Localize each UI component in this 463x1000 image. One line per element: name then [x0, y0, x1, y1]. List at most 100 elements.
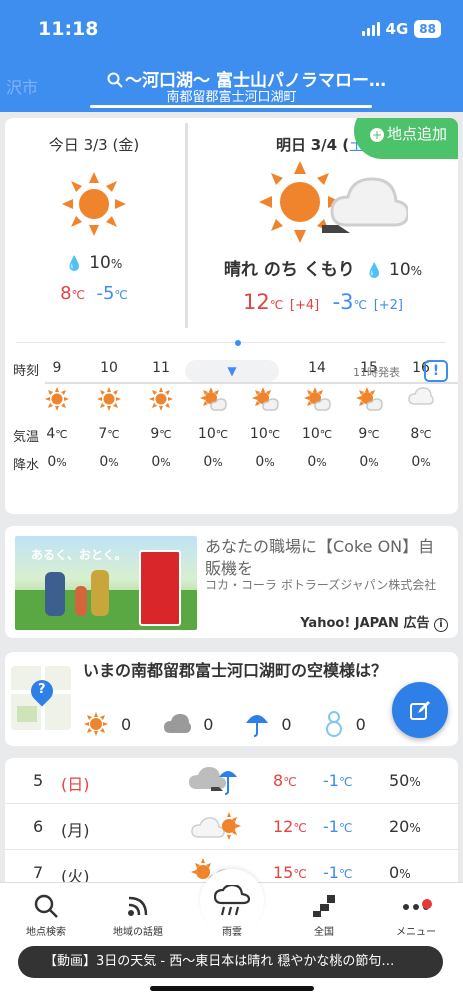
sun-icon	[135, 386, 187, 416]
issued-time: 11時発表	[353, 366, 400, 379]
hour-temp: 10℃	[301, 426, 333, 442]
hour-precip: 0%	[307, 454, 327, 470]
location-underline	[90, 105, 372, 108]
rain-count[interactable]: 0	[245, 711, 292, 737]
sky-report-title: いまの南都留郡富士河口湖町の空模様は？	[83, 661, 388, 680]
plus-icon: +	[370, 128, 384, 142]
weekly-low: -1℃	[323, 817, 353, 836]
cloud-sun-icon	[185, 809, 245, 843]
cloud-icon	[395, 386, 447, 412]
tab-location-search[interactable]: 地点検索	[8, 893, 84, 938]
weekly-dow: (日)	[61, 775, 90, 794]
map-thumbnail[interactable]: ?	[11, 666, 71, 730]
hour-temp: 9℃	[358, 426, 380, 442]
weekly-precip: 20%	[389, 817, 421, 836]
weekly-row[interactable]: 6 (月) 12℃ -1℃ 20%	[5, 804, 458, 850]
hour-precip: 0%	[255, 454, 275, 470]
add-location-button[interactable]: + 地点追加	[354, 118, 458, 159]
edit-icon	[410, 701, 430, 720]
sun-icon	[84, 712, 108, 736]
weekly-day: 5	[33, 771, 44, 790]
sun-icon	[31, 386, 83, 416]
hour-precip: 0%	[99, 454, 119, 470]
today-low: -5℃	[96, 283, 128, 304]
weekly-high: 8℃	[273, 771, 297, 790]
signal-icon	[361, 22, 380, 36]
sun-cloud-icon	[239, 386, 291, 416]
vending-machine-image	[139, 550, 181, 626]
cloud-icon	[164, 714, 192, 733]
japan-map-icon	[313, 895, 335, 917]
today-forecast: 今日 3/3 (金) 💧 10% 8℃ -5℃	[5, 118, 183, 328]
hour-temp: 7℃	[98, 426, 120, 442]
hour-label: 10	[100, 360, 118, 376]
tomorrow-high: 12℃ [+4]	[242, 290, 320, 314]
hourly-precip-row: 降水 0% 0% 0% 0% 0% 0% 0% 0%	[5, 450, 458, 478]
hour-label: 11	[152, 360, 170, 376]
ad-banner-image[interactable]: あるく、おとく。	[15, 536, 197, 630]
tab-menu[interactable]: メニュー	[378, 893, 454, 938]
hour-temp: 4℃	[46, 426, 68, 442]
status-icons: 4G 88	[361, 20, 441, 38]
tomorrow-weather: 晴れ のち くもり	[223, 260, 355, 280]
home-indicator[interactable]	[150, 986, 314, 991]
sky-report-card[interactable]: ? いまの南都留郡富士河口湖町の空模様は？ 0 0 0 0	[5, 652, 458, 746]
post-report-button[interactable]	[392, 682, 448, 738]
sun-icon	[83, 386, 135, 416]
network-label: 4G	[385, 20, 409, 38]
battery-icon: 88	[414, 20, 441, 38]
page-indicator	[5, 340, 458, 346]
hour-precip: 0%	[411, 454, 431, 470]
weekly-high: 15℃	[273, 863, 307, 882]
weekly-dow: (月)	[61, 821, 90, 840]
news-ticker[interactable]: 【動画】3日の天気 - 西〜東日本は晴れ 穏やかな桃の節句…	[18, 946, 443, 978]
snow-count[interactable]: 0	[324, 710, 366, 738]
ad-card[interactable]: あるく、おとく。 あなたの職場に【Coke ON】自販機を コカ・コーラ ボトラ…	[5, 526, 458, 638]
location-header[interactable]: 沢市 〜河口湖〜 富士山パノラマロー… 南都留郡富士河口湖町	[0, 58, 463, 112]
hour-precip: 0%	[47, 454, 67, 470]
notification-badge	[422, 899, 432, 909]
hour-precip: 0%	[151, 454, 171, 470]
weekly-low: -1℃	[323, 863, 353, 882]
sunny-count[interactable]: 0	[83, 711, 131, 737]
tab-nationwide[interactable]: 全国	[286, 893, 362, 938]
tab-rain-cloud[interactable]: 雨雲	[194, 885, 270, 938]
ad-banner-text: あるく、おとく。	[31, 548, 127, 562]
sky-report-counts: 0 0 0 0	[83, 710, 366, 738]
sun-then-cloud-icon	[259, 161, 410, 243]
today-rain: 💧 10%	[65, 253, 123, 273]
umbrella-icon	[246, 715, 269, 737]
hour-precip: 0%	[203, 454, 223, 470]
tomorrow-low: -3℃ [+2]	[332, 290, 403, 314]
tomorrow-weather-row: 晴れ のち くもり 💧 10%	[223, 260, 423, 280]
ad-label[interactable]: Yahoo! JAPAN 広告 i	[300, 612, 448, 632]
report-icon[interactable]: !	[424, 360, 448, 382]
hour-temp: 9℃	[150, 426, 172, 442]
cloudy-count[interactable]: 0	[163, 713, 213, 735]
broadcast-icon	[128, 896, 148, 916]
today-label: 今日 3/3 (金)	[48, 136, 140, 154]
weekly-low: -1℃	[323, 771, 353, 790]
tab-bar: 地点検索 地域の話題 雨雲 全国 メニュー	[0, 869, 463, 1000]
tab-local-topics[interactable]: 地域の話題	[100, 893, 176, 938]
status-bar: 11:18 4G 88	[0, 0, 463, 58]
hour-temp: 10℃	[197, 426, 229, 442]
forecast-card: 今日 3/3 (金) 💧10% 8℃ -5℃ 明日 3/4 (土) 晴れ のち …	[5, 118, 458, 514]
sun-cloud-icon	[187, 386, 239, 416]
cloud-rain-icon	[185, 763, 245, 797]
sun-icon	[62, 172, 126, 236]
tomorrow-temps: 12℃ [+4] -3℃ [+2]	[188, 290, 458, 314]
hour-precip: 0%	[359, 454, 379, 470]
weekly-row[interactable]: 5 (日) 8℃ -1℃ 50%	[5, 758, 458, 804]
ad-company: コカ・コーラ ボトラーズジャパン株式会社	[205, 578, 437, 592]
hour-temp: 10℃	[249, 426, 281, 442]
expand-hourly-button[interactable]: ▼	[185, 360, 279, 382]
cloud-rain-icon	[214, 885, 250, 916]
ad-text[interactable]: あなたの職場に【Coke ON】自販機を	[205, 536, 450, 580]
weekly-high: 12℃	[273, 817, 307, 836]
today-temps: 8℃ -5℃	[5, 283, 183, 304]
weekly-day: 7	[33, 863, 44, 882]
search-icon	[34, 894, 58, 918]
hour-temp: 8℃	[410, 426, 432, 442]
info-icon[interactable]: i	[434, 618, 448, 632]
